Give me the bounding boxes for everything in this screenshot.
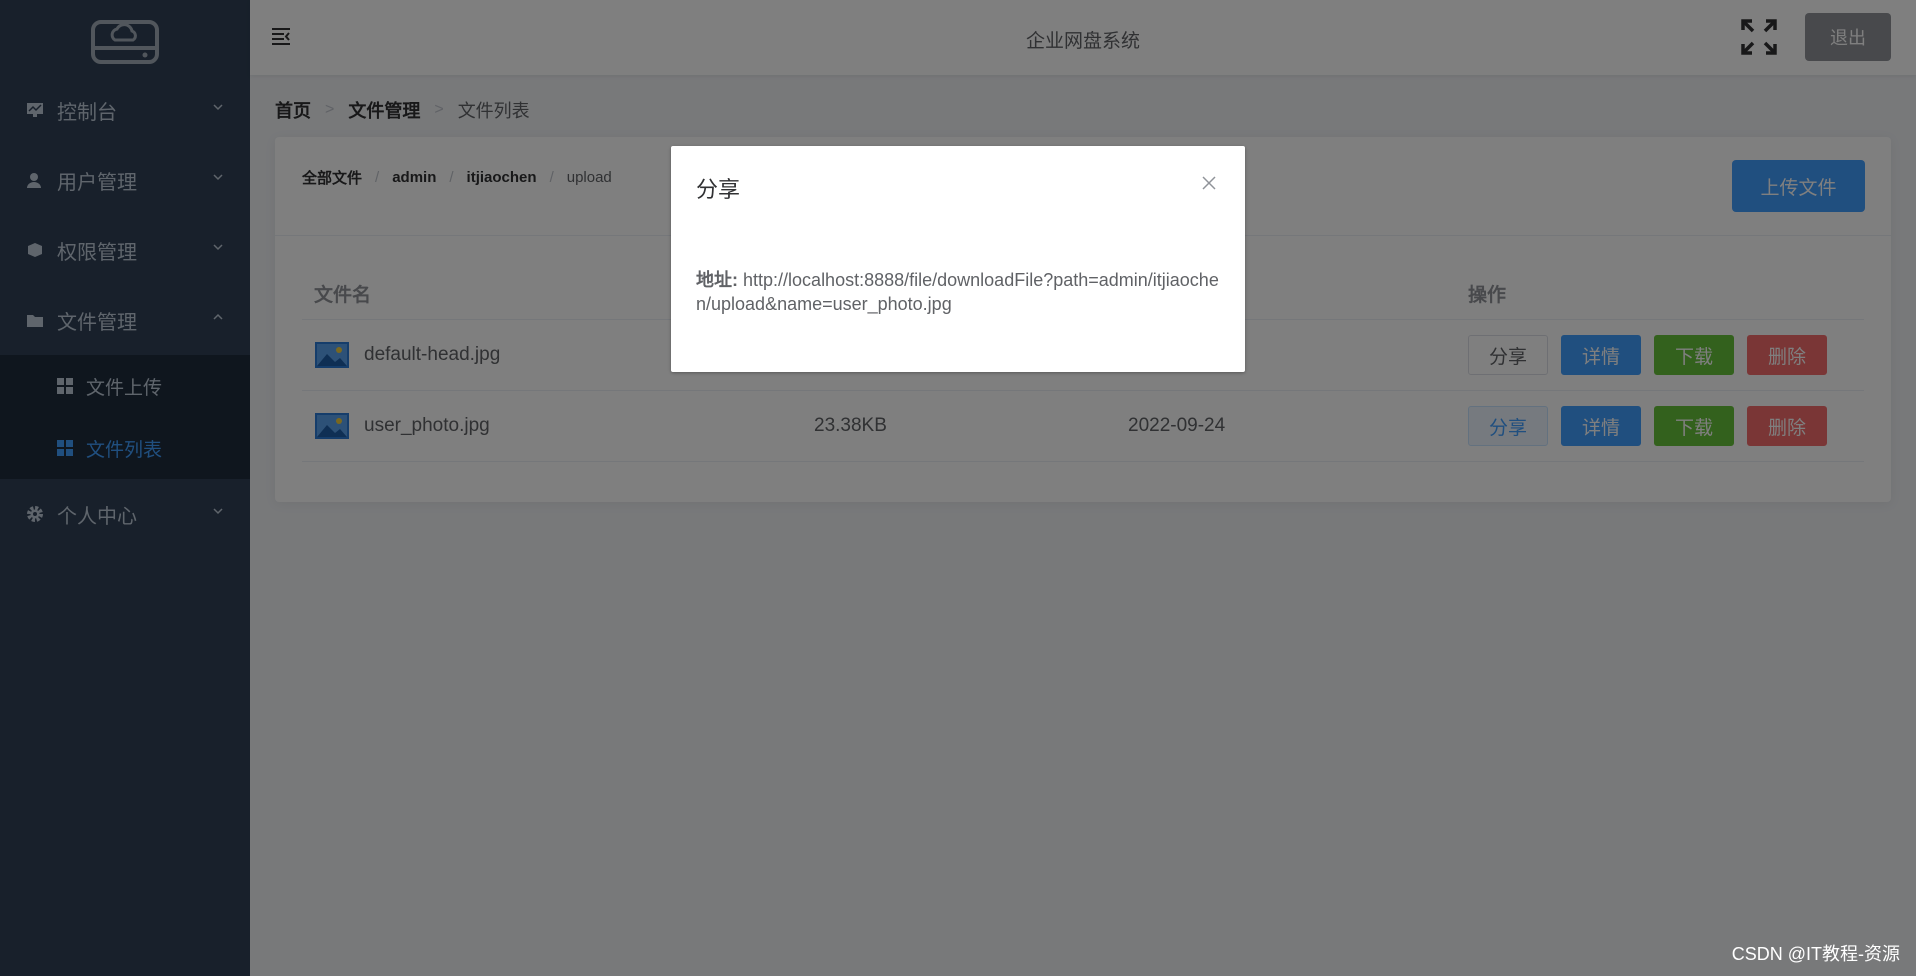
share-address: 地址: http://localhost:8888/file/downloadF…	[696, 268, 1221, 316]
share-dialog: 分享 地址: http://localhost:8888/file/downlo…	[671, 146, 1245, 372]
dialog-title: 分享	[696, 177, 741, 202]
address-label: 地址:	[696, 270, 738, 290]
watermark: CSDN @IT教程-资源	[1731, 944, 1900, 964]
address-value[interactable]: http://localhost:8888/file/downloadFile?…	[696, 270, 1219, 314]
close-icon[interactable]	[1200, 174, 1218, 192]
